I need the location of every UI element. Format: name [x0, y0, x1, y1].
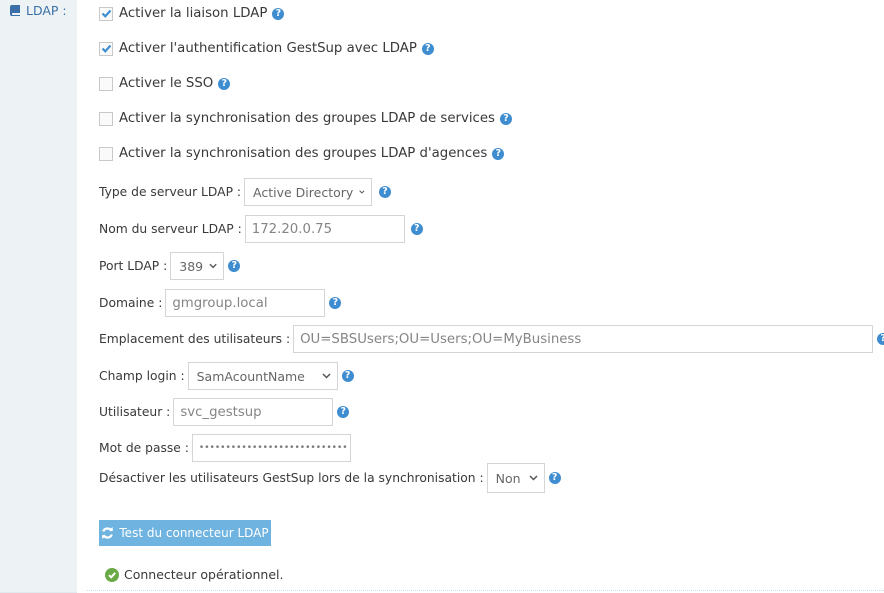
user-row: Utilisateur : svc_gestsup ? — [99, 398, 350, 426]
login-field-select[interactable]: SamAcountName — [187, 362, 338, 390]
check-circle-icon — [105, 567, 119, 582]
test-button-label: Test du connecteur LDAP — [119, 526, 269, 540]
port-value: 389 — [179, 258, 204, 274]
user-input[interactable]: svc_gestsup — [173, 398, 334, 426]
help-icon[interactable]: ? — [272, 7, 285, 20]
help-icon[interactable]: ? — [548, 472, 561, 484]
help-icon[interactable]: ? — [492, 147, 505, 160]
agency-groups-label: Activer la synchronisation des groupes L… — [119, 146, 488, 161]
server-type-select[interactable]: Active Directory — [244, 178, 373, 206]
disable-users-select[interactable]: Non — [486, 463, 545, 493]
domain-row: Domaine : gmgroup.local ? — [99, 289, 342, 317]
connector-status: Connecteur opérationnel. — [105, 567, 284, 582]
chevron-down-icon — [209, 263, 217, 269]
checkbox-row-ldap-auth[interactable]: Activer l'authentification GestSup avec … — [99, 41, 434, 56]
checkbox-row-service-groups[interactable]: Activer la synchronisation des groupes L… — [99, 111, 512, 126]
section-label: LDAP : — [10, 3, 67, 18]
server-type-value: Active Directory — [253, 184, 354, 200]
server-name-label: Nom du serveur LDAP : — [99, 222, 242, 236]
status-text: Connecteur opérationnel. — [124, 567, 284, 582]
section-divider — [87, 590, 884, 591]
sso-checkbox[interactable] — [99, 76, 113, 91]
help-icon[interactable]: ? — [877, 333, 884, 345]
domain-label: Domaine : — [99, 296, 163, 310]
password-row: Mot de passe : •••••••••••••••••••••••••… — [99, 434, 351, 462]
agency-groups-checkbox[interactable] — [99, 146, 113, 161]
help-icon[interactable]: ? — [421, 42, 434, 55]
login-field-row: Champ login : SamAcountName ? — [99, 362, 354, 390]
section-label-column: LDAP : — [0, 0, 77, 593]
section-label-text: LDAP : — [26, 3, 67, 18]
service-groups-label: Activer la synchronisation des groupes L… — [119, 111, 495, 126]
port-row: Port LDAP : 389 ? — [99, 252, 241, 280]
port-select[interactable]: 389 — [170, 252, 225, 280]
book-icon — [10, 5, 20, 16]
test-ldap-connector-button[interactable]: Test du connecteur LDAP — [99, 520, 271, 546]
chevron-down-icon — [529, 475, 538, 481]
password-input[interactable]: •••••••••••••••••••••••••••• — [191, 434, 351, 462]
help-icon[interactable]: ? — [341, 370, 354, 382]
user-label: Utilisateur : — [99, 405, 171, 419]
checkbox-row-ldap-link[interactable]: Activer la liaison LDAP ? — [99, 6, 285, 21]
ldap-auth-checkbox[interactable] — [99, 41, 113, 56]
disable-users-label: Désactiver les utilisateurs GestSup lors… — [99, 471, 484, 485]
chevron-down-icon — [359, 190, 365, 194]
help-icon[interactable]: ? — [228, 260, 241, 272]
disable-users-row: Désactiver les utilisateurs GestSup lors… — [99, 463, 561, 493]
help-icon[interactable]: ? — [218, 77, 231, 90]
server-type-row: Type de serveur LDAP : Active Directory … — [99, 178, 392, 206]
checkmark-icon — [101, 44, 111, 53]
login-field-value: SamAcountName — [196, 368, 305, 384]
users-location-input[interactable]: OU=SBSUsers;OU=Users;OU=MyBusiness — [293, 325, 874, 353]
sso-label: Activer le SSO — [119, 76, 214, 91]
help-icon[interactable]: ? — [499, 112, 512, 125]
server-type-label: Type de serveur LDAP : — [99, 185, 242, 199]
users-location-row: Emplacement des utilisateurs : OU=SBSUse… — [99, 325, 884, 353]
chevron-down-icon — [322, 373, 331, 379]
login-field-label: Champ login : — [99, 369, 185, 383]
domain-input[interactable]: gmgroup.local — [165, 289, 326, 317]
ldap-link-label: Activer la liaison LDAP — [119, 6, 268, 21]
help-icon[interactable]: ? — [410, 223, 423, 235]
users-location-label: Emplacement des utilisateurs : — [99, 332, 291, 346]
help-icon[interactable]: ? — [379, 186, 392, 198]
refresh-icon — [102, 527, 114, 539]
port-label: Port LDAP : — [99, 259, 168, 273]
help-icon[interactable]: ? — [329, 297, 342, 309]
ldap-link-checkbox[interactable] — [99, 6, 113, 21]
password-label: Mot de passe : — [99, 441, 189, 455]
checkbox-row-agency-groups[interactable]: Activer la synchronisation des groupes L… — [99, 146, 505, 161]
server-name-row: Nom du serveur LDAP : 172.20.0.75 ? — [99, 215, 423, 243]
server-name-input[interactable]: 172.20.0.75 — [244, 215, 405, 243]
checkmark-icon — [101, 9, 111, 18]
ldap-auth-label: Activer l'authentification GestSup avec … — [119, 41, 417, 56]
disable-users-value: Non — [495, 470, 521, 486]
checkbox-row-sso[interactable]: Activer le SSO ? — [99, 76, 231, 91]
help-icon[interactable]: ? — [337, 406, 350, 418]
service-groups-checkbox[interactable] — [99, 111, 113, 126]
